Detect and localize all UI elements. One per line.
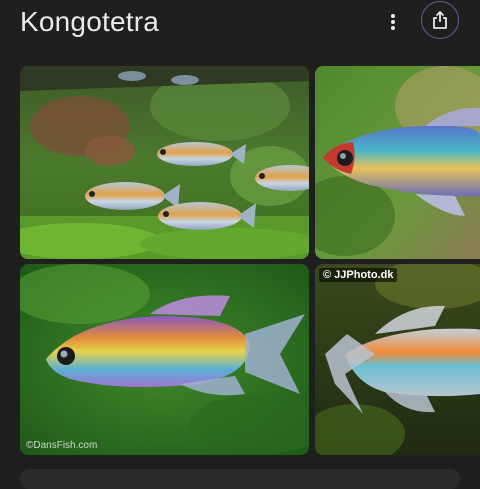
image-result-2[interactable] — [315, 66, 480, 259]
aquarium-school-image — [20, 66, 309, 259]
bottom-bar — [20, 469, 460, 489]
header: Kongotetra — [0, 0, 480, 56]
image-result-3[interactable]: ©DansFish.com — [20, 264, 309, 455]
share-icon — [433, 11, 447, 29]
more-options-button[interactable] — [379, 8, 407, 36]
image-result-4[interactable]: © JJPhoto.dk — [315, 264, 480, 455]
image-result-1[interactable] — [20, 66, 309, 259]
image-watermark: ©DansFish.com — [26, 440, 98, 451]
tetra-closeup-image — [315, 66, 480, 259]
share-button[interactable] — [421, 1, 459, 39]
image-credit: © JJPhoto.dk — [319, 268, 398, 282]
tetra-sideview-image — [20, 264, 309, 455]
page-title: Kongotetra — [20, 6, 159, 37]
more-vert-icon — [391, 14, 395, 30]
tetra-longfin-image — [315, 264, 480, 455]
